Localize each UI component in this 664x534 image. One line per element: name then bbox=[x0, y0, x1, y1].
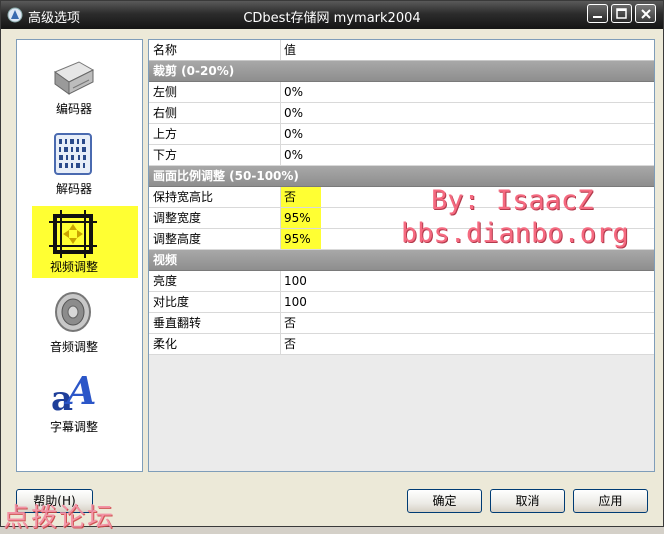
sidebar-item-decoder[interactable]: 解码器 bbox=[17, 128, 142, 198]
sidebar-item-video-adjust[interactable]: 视频调整 bbox=[17, 206, 142, 278]
font-glyph-icon: a A bbox=[51, 368, 96, 416]
section-title: 视频 bbox=[153, 253, 178, 267]
minimize-button[interactable] bbox=[587, 4, 608, 23]
advanced-options-window: 高级选项 CDbest存储网 mymark2004 编码器 解码器 视频调整 音… bbox=[0, 0, 664, 533]
table-row[interactable]: 上方 0% bbox=[149, 124, 654, 145]
sidebar-item-encoder[interactable]: 编码器 bbox=[17, 50, 142, 120]
property-value[interactable]: 否 bbox=[281, 334, 654, 354]
property-value[interactable]: 0% bbox=[281, 124, 654, 144]
table-row[interactable]: 柔化 否 bbox=[149, 334, 654, 355]
property-name: 左侧 bbox=[149, 82, 281, 102]
close-icon bbox=[641, 9, 651, 19]
hard-drive-icon bbox=[53, 61, 95, 95]
section-header-crop[interactable]: 裁剪 (0-20%) bbox=[149, 61, 654, 82]
property-name: 上方 bbox=[149, 124, 281, 144]
apply-button[interactable]: 应用 bbox=[573, 489, 648, 513]
table-header: 名称 值 bbox=[149, 40, 654, 61]
ok-button[interactable]: 确定 bbox=[407, 489, 482, 513]
table-row[interactable]: 右侧 0% bbox=[149, 103, 654, 124]
sidebar-item-label: 音频调整 bbox=[49, 340, 98, 354]
maximize-icon bbox=[616, 8, 627, 19]
crop-frame-icon bbox=[49, 210, 97, 258]
column-header-value: 值 bbox=[284, 43, 297, 57]
category-sidebar: 编码器 解码器 视频调整 音频调整 a A 字幕调整 bbox=[16, 39, 143, 472]
property-value[interactable]: 0% bbox=[281, 103, 654, 123]
sidebar-item-label: 视频调整 bbox=[49, 260, 98, 274]
table-row[interactable]: 垂直翻转 否 bbox=[149, 313, 654, 334]
column-header-name: 名称 bbox=[149, 40, 281, 60]
barcode-chip-icon bbox=[54, 133, 92, 175]
property-value[interactable]: 0% bbox=[281, 145, 654, 165]
section-title: 画面比例调整 (50-100%) bbox=[153, 169, 299, 183]
svg-text:A: A bbox=[64, 368, 96, 413]
section-title: 裁剪 (0-20%) bbox=[153, 64, 235, 78]
property-table: 名称 值 裁剪 (0-20%) 左侧 0% 右侧 0% 上方 0% 下方 0% … bbox=[148, 39, 655, 472]
title-bar: 高级选项 CDbest存储网 mymark2004 bbox=[1, 1, 663, 29]
sidebar-item-subtitle-adjust[interactable]: a A 字幕调整 bbox=[17, 366, 142, 436]
speaker-icon bbox=[55, 292, 91, 332]
watermark-bottom: 点拨论坛 bbox=[3, 503, 116, 533]
property-value[interactable]: 100 bbox=[281, 271, 654, 291]
close-button[interactable] bbox=[635, 4, 656, 23]
cancel-button[interactable]: 取消 bbox=[490, 489, 565, 513]
property-value[interactable]: 否 bbox=[281, 313, 654, 333]
property-name: 亮度 bbox=[149, 271, 281, 291]
property-name: 对比度 bbox=[149, 292, 281, 312]
sidebar-item-label: 编码器 bbox=[55, 102, 92, 116]
maximize-button[interactable] bbox=[611, 4, 632, 23]
watermark-line-2: bbs.dianbo.org bbox=[401, 218, 629, 249]
property-name: 右侧 bbox=[149, 103, 281, 123]
section-header-video[interactable]: 视频 bbox=[149, 250, 654, 271]
sidebar-item-label: 解码器 bbox=[55, 182, 92, 196]
table-row[interactable]: 下方 0% bbox=[149, 145, 654, 166]
minimize-icon bbox=[593, 16, 602, 18]
sidebar-item-label: 字幕调整 bbox=[49, 420, 98, 434]
sidebar-item-audio-adjust[interactable]: 音频调整 bbox=[17, 286, 142, 356]
table-empty-area bbox=[149, 355, 654, 471]
watermark-text: By: IsaacZ bbs.dianbo.org bbox=[401, 184, 641, 250]
watermark-line-1: By: IsaacZ bbox=[431, 185, 594, 216]
property-name: 柔化 bbox=[149, 334, 281, 354]
property-value[interactable]: 0% bbox=[281, 82, 654, 102]
property-name: 调整宽度 bbox=[149, 208, 281, 228]
property-name: 保持宽高比 bbox=[149, 187, 281, 207]
table-row[interactable]: 对比度 100 bbox=[149, 292, 654, 313]
table-row[interactable]: 左侧 0% bbox=[149, 82, 654, 103]
table-row[interactable]: 亮度 100 bbox=[149, 271, 654, 292]
property-value[interactable]: 100 bbox=[281, 292, 654, 312]
property-name: 调整高度 bbox=[149, 229, 281, 249]
property-name: 下方 bbox=[149, 145, 281, 165]
window-center-title: CDbest存储网 mymark2004 bbox=[243, 11, 421, 26]
property-name: 垂直翻转 bbox=[149, 313, 281, 333]
